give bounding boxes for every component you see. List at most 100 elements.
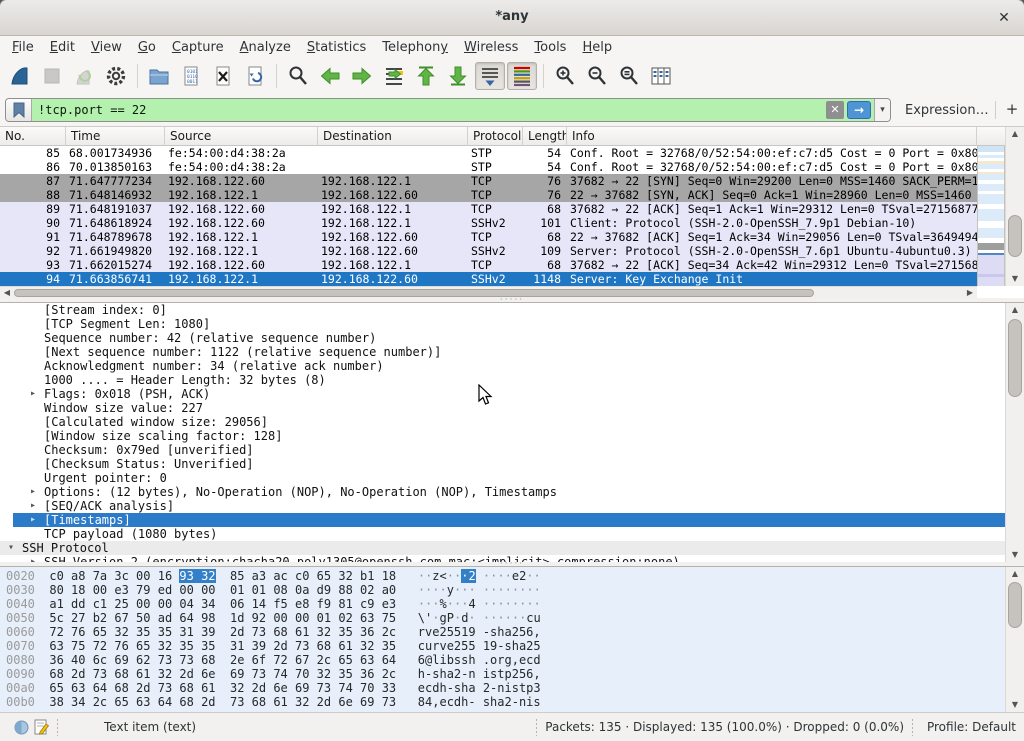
detail-line[interactable]: [Next sequence number: 1122 (relative se… <box>0 345 1024 359</box>
hex-row[interactable]: 00b0 38 34 2c 65 63 64 68 2d 73 68 61 32… <box>6 695 1024 709</box>
detail-line[interactable]: [Calculated window size: 29056] <box>0 415 1024 429</box>
filter-dropdown-caret-icon[interactable]: ▾ <box>874 99 890 121</box>
hex-row[interactable]: 0090 68 2d 73 68 61 32 2d 6e 69 73 74 70… <box>6 667 1024 681</box>
expander-closed-icon[interactable]: ▸ <box>30 513 36 527</box>
menu-view[interactable]: View <box>83 38 130 57</box>
scroll-thumb[interactable] <box>1008 582 1022 628</box>
detail-line[interactable]: TCP payload (1080 bytes) <box>0 527 1024 541</box>
detail-line[interactable]: ▸Options: (12 bytes), No-Operation (NOP)… <box>0 485 1024 499</box>
menu-file[interactable]: File <box>4 38 42 57</box>
column-header-length[interactable]: Length <box>523 127 567 146</box>
detail-line[interactable]: Window size value: 227 <box>0 401 1024 415</box>
scroll-up-icon[interactable]: ▲ <box>1006 127 1024 141</box>
scroll-up-icon[interactable]: ▲ <box>1006 567 1024 581</box>
menu-edit[interactable]: Edit <box>42 38 83 57</box>
restart-capture-icon[interactable] <box>69 62 99 90</box>
detail-line[interactable]: [Window size scaling factor: 128] <box>0 429 1024 443</box>
intelligent-scrollbar-minimap[interactable] <box>977 146 1005 286</box>
hscroll-thumb[interactable] <box>14 289 814 297</box>
capture-options-icon[interactable] <box>101 62 131 90</box>
filter-apply-button[interactable]: → <box>847 101 871 119</box>
column-header-source[interactable]: Source <box>165 127 318 146</box>
close-window-icon[interactable]: ✕ <box>994 8 1014 28</box>
menu-capture[interactable]: Capture <box>164 38 232 57</box>
detail-line[interactable]: Acknowledgment number: 34 (relative ack … <box>0 359 1024 373</box>
scroll-up-icon[interactable]: ▲ <box>1006 303 1024 317</box>
expander-closed-icon[interactable]: ▸ <box>30 555 36 562</box>
packet-row[interactable]: 9371.662015274192.168.122.60192.168.122.… <box>0 258 977 272</box>
go-to-packet-icon[interactable] <box>379 62 409 90</box>
detail-line[interactable]: [Stream index: 0] <box>0 303 1024 317</box>
detail-line[interactable]: [Checksum Status: Unverified] <box>0 457 1024 471</box>
hex-row[interactable]: 0020 c0 a8 7a 3c 00 16 93 32 85 a3 ac c0… <box>6 569 1024 583</box>
go-back-icon[interactable] <box>315 62 345 90</box>
reload-file-icon[interactable] <box>240 62 270 90</box>
save-file-icon[interactable]: 010101100011 <box>176 62 206 90</box>
go-forward-icon[interactable] <box>347 62 377 90</box>
zoom-original-icon[interactable] <box>614 62 644 90</box>
scroll-down-icon[interactable]: ▼ <box>1006 698 1024 712</box>
detail-line[interactable]: ▾SSH Protocol <box>0 541 1024 555</box>
hex-row[interactable]: 00a0 65 63 64 68 2d 73 68 61 32 2d 6e 69… <box>6 681 1024 695</box>
open-file-icon[interactable] <box>144 62 174 90</box>
packet-row[interactable]: 8871.648146932192.168.122.1192.168.122.6… <box>0 188 977 202</box>
detail-line[interactable]: ▸[SEQ/ACK analysis] <box>0 499 1024 513</box>
detail-line[interactable]: ▸Flags: 0x018 (PSH, ACK) <box>0 387 1024 401</box>
hex-row[interactable]: 0040 a1 dd c1 25 00 00 04 34 06 14 f5 e8… <box>6 597 1024 611</box>
go-first-icon[interactable] <box>411 62 441 90</box>
expander-open-icon[interactable]: ▾ <box>8 541 14 555</box>
scroll-thumb[interactable] <box>1008 319 1022 397</box>
menu-telephony[interactable]: Telephony <box>374 38 456 57</box>
detail-line[interactable]: 1000 .... = Header Length: 32 bytes (8) <box>0 373 1024 387</box>
detail-line[interactable]: Urgent pointer: 0 <box>0 471 1024 485</box>
packet-row[interactable]: 9071.648618924192.168.122.60192.168.122.… <box>0 216 977 230</box>
column-header-protocol[interactable]: Protocol <box>468 127 523 146</box>
packet-list-vscrollbar[interactable]: ▲ ▼ <box>1005 127 1024 286</box>
packet-row[interactable]: 9471.663856741192.168.122.1192.168.122.6… <box>0 272 977 286</box>
column-header-no[interactable]: No. <box>0 127 66 146</box>
packet-row[interactable]: 8670.013850163fe:54:00:d4:38:2aSTP54Conf… <box>0 160 977 174</box>
menu-wireless[interactable]: Wireless <box>456 38 526 57</box>
packet-list-hscrollbar[interactable]: ◀ ▶ <box>0 286 977 298</box>
hex-row[interactable]: 0030 80 18 00 e3 79 ed 00 00 01 01 08 0a… <box>6 583 1024 597</box>
resize-columns-icon[interactable] <box>646 62 676 90</box>
zoom-in-icon[interactable] <box>550 62 580 90</box>
packet-row[interactable]: 9171.648789678192.168.122.1192.168.122.6… <box>0 230 977 244</box>
detail-line[interactable]: [TCP Segment Len: 1080] <box>0 317 1024 331</box>
detail-line[interactable]: ▸SSH Version 2 (encryption:chacha20_poly… <box>0 555 1024 562</box>
expert-info-icon[interactable] <box>14 720 29 735</box>
capture-comment-icon[interactable] <box>34 719 49 736</box>
menu-tools[interactable]: Tools <box>526 38 574 57</box>
start-capture-icon[interactable] <box>5 62 35 90</box>
menu-go[interactable]: Go <box>130 38 164 57</box>
expander-closed-icon[interactable]: ▸ <box>30 387 36 401</box>
hex-row[interactable]: 0080 36 40 6c 69 62 73 73 68 2e 6f 72 67… <box>6 653 1024 667</box>
display-filter-input[interactable] <box>32 100 826 120</box>
hex-row[interactable]: 0060 72 76 65 32 35 35 31 39 2d 73 68 61… <box>6 625 1024 639</box>
add-filter-button[interactable]: + <box>1004 100 1020 118</box>
menu-analyze[interactable]: Analyze <box>232 38 299 57</box>
column-header-info[interactable]: Info <box>567 127 977 146</box>
packet-row[interactable]: 9271.661949820192.168.122.1192.168.122.6… <box>0 244 977 258</box>
close-file-icon[interactable] <box>208 62 238 90</box>
title-bar[interactable]: *any ✕ <box>0 0 1024 36</box>
expander-closed-icon[interactable]: ▸ <box>30 499 36 513</box>
menu-help[interactable]: Help <box>574 38 620 57</box>
scroll-left-icon[interactable]: ◀ <box>0 287 14 298</box>
go-last-icon[interactable] <box>443 62 473 90</box>
hex-row[interactable]: 0050 5c 27 b2 67 50 ad 64 98 1d 92 00 00… <box>6 611 1024 625</box>
scroll-down-icon[interactable]: ▼ <box>1006 272 1024 286</box>
filter-bookmark-button[interactable] <box>6 99 32 121</box>
profile-status[interactable]: Profile: Default <box>927 720 1016 734</box>
expression-button[interactable]: Expression… <box>905 103 989 118</box>
zoom-out-icon[interactable] <box>582 62 612 90</box>
packet-row[interactable]: 8771.647777234192.168.122.60192.168.122.… <box>0 174 977 188</box>
packet-row[interactable]: 8568.001734936fe:54:00:d4:38:2aSTP54Conf… <box>0 146 977 160</box>
packet-row[interactable]: 8971.648191037192.168.122.60192.168.122.… <box>0 202 977 216</box>
colorize-icon[interactable] <box>507 62 537 90</box>
detail-line[interactable]: Sequence number: 42 (relative sequence n… <box>0 331 1024 345</box>
scroll-thumb[interactable] <box>1008 215 1022 257</box>
scroll-right-icon[interactable]: ▶ <box>963 287 977 298</box>
auto-scroll-icon[interactable] <box>475 62 505 90</box>
menu-statistics[interactable]: Statistics <box>299 38 374 57</box>
